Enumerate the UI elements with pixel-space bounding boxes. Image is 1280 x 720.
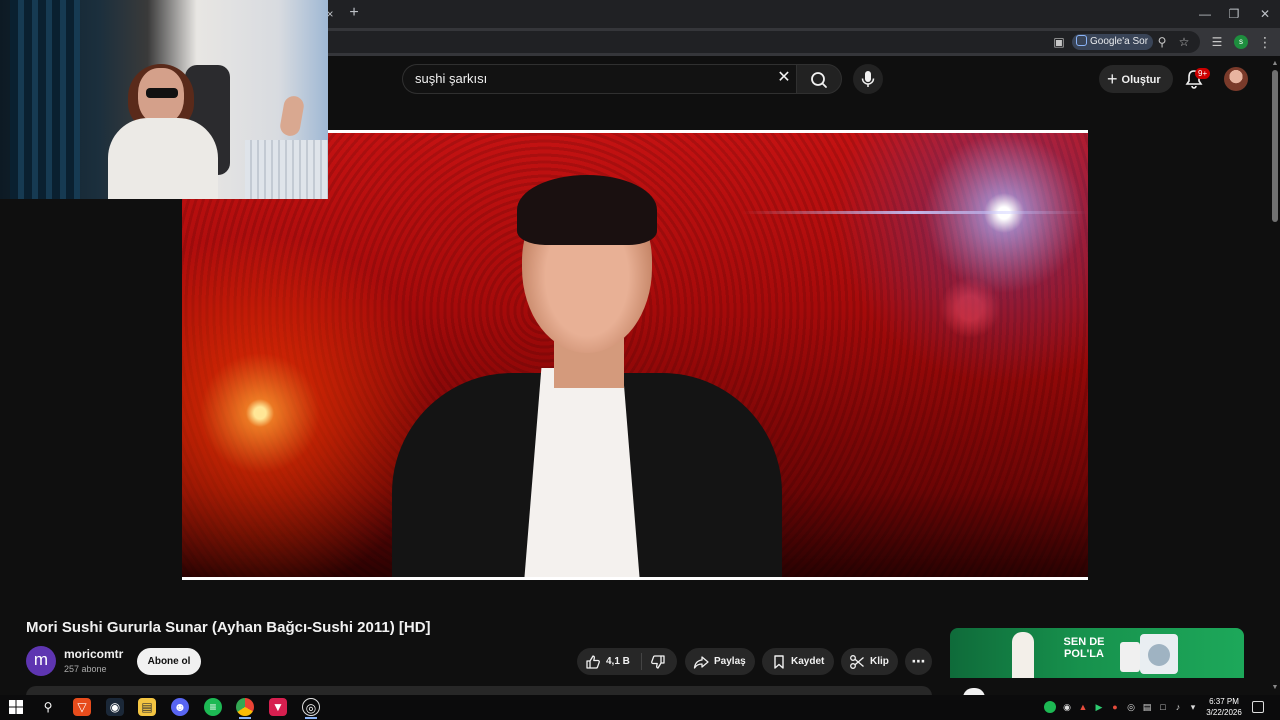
tray-network-icon[interactable]: ▤ [1141,701,1153,713]
scroll-up-arrow-icon[interactable]: ▲ [1270,59,1280,69]
share-label: Paylaş [714,656,746,667]
bookmark-icon [774,655,784,669]
search-button[interactable] [796,64,842,94]
discord-icon[interactable]: ☻ [171,698,189,716]
close-window-button[interactable]: ✕ [1250,4,1280,24]
webcam-person-body [108,118,218,199]
chrome-active-indicator [239,717,251,719]
tray-display-icon[interactable]: □ [1157,701,1169,713]
scissors-icon [850,655,864,669]
clip-label: Klip [870,656,889,667]
create-button[interactable]: + Oluştur [1099,65,1173,93]
more-actions-button[interactable]: ⋯ [905,648,932,675]
thumbs-down-icon[interactable] [650,654,666,670]
microphone-icon [861,71,875,87]
new-tab-button[interactable]: + [345,4,363,22]
save-button[interactable]: Kaydet [762,648,834,675]
scroll-down-arrow-icon[interactable]: ▼ [1270,683,1280,693]
ad-headline: SEN DE POL'LA [1063,636,1105,660]
ask-google-label: Google'a Sor [1090,36,1149,47]
file-explorer-icon[interactable]: ▤ [138,698,156,716]
spotify-icon[interactable]: ≡ [204,698,222,716]
search-icon [811,72,827,88]
ad-washing-machine-image [1140,634,1178,674]
tray-spotify-icon[interactable] [1044,701,1056,713]
tray-play-icon[interactable]: ▶ [1093,701,1105,713]
tray-mic-icon[interactable]: ● [1109,701,1121,713]
browser-profile-avatar[interactable]: s [1234,35,1248,49]
lens-flare [742,211,1088,214]
clip-button[interactable]: Klip [841,648,898,675]
video-person-shirt [524,368,640,577]
video-person-hair [517,175,657,245]
account-avatar[interactable] [1224,67,1248,91]
video-title: Mori Sushi Gururla Sunar (Ayhan Bağcı-Su… [26,619,431,636]
webcam-sunglasses [146,88,178,98]
like-dislike-divider [641,653,642,670]
webcam-curtain [10,0,80,199]
notification-count-badge: 9+ [1195,68,1211,79]
clear-search-icon[interactable]: ✕ [774,68,794,88]
notification-center-icon[interactable] [1252,701,1264,713]
channel-name[interactable]: moricomtr [64,647,123,661]
taskbar-search-icon[interactable]: ⚲ [39,698,57,716]
like-count: 4,1 B [606,656,630,667]
lens-icon [1076,35,1087,46]
webcam-person-hand [278,94,306,138]
valorant-icon[interactable]: ▼ [269,698,287,716]
browser-menu-icon[interactable]: ⋮ [1258,34,1272,50]
share-icon [693,656,709,669]
plus-icon: + [1107,69,1118,89]
brave-browser-icon[interactable]: ▽ [73,698,91,716]
search-input[interactable]: suşhi şarkısı [402,64,796,94]
subscribe-button[interactable]: Abone ol [137,648,201,675]
thumbs-up-icon [586,655,600,669]
minimize-window-button[interactable]: — [1190,4,1220,24]
obs-icon[interactable]: ◎ [302,698,320,716]
tray-app-icon[interactable]: ◎ [1125,701,1137,713]
obs-active-indicator [305,717,317,719]
scrollbar-thumb[interactable] [1272,70,1278,222]
clock-date: 3/22/2026 [1206,708,1242,717]
tray-steam-icon[interactable]: ◉ [1061,701,1073,713]
create-label: Oluştur [1121,74,1161,86]
ad-detergent-image [1120,642,1140,672]
channel-avatar[interactable]: m [26,646,56,676]
ad-person-image [1012,632,1034,678]
steam-icon[interactable]: ◉ [106,698,124,716]
like-button[interactable]: 4,1 B [577,648,677,675]
microphone-tray-icon[interactable]: ▾ [1187,701,1199,713]
windows-start-icon[interactable] [8,699,24,715]
webcam-radiator [245,140,328,199]
share-button[interactable]: Paylaş [685,648,755,675]
taskbar-clock[interactable]: 6:37 PM 3/22/2026 [1200,696,1248,718]
voice-search-button[interactable] [853,64,883,94]
bookmark-star-icon[interactable]: ☆ [1176,34,1192,50]
zoom-icon[interactable]: ⚲ [1154,34,1170,50]
media-control-icon[interactable]: ☰ [1209,34,1225,50]
save-label: Kaydet [791,656,825,667]
restore-window-button[interactable]: ❐ [1219,4,1249,24]
chrome-icon[interactable] [236,698,254,716]
clock-time: 6:37 PM [1209,697,1239,706]
tray-warning-icon[interactable]: ▲ [1077,701,1089,713]
volume-icon[interactable]: ♪ [1172,701,1184,713]
ad-info-row [950,678,1244,695]
subscriber-count: 257 abone [64,664,107,674]
cast-icon[interactable]: ▣ [1051,34,1067,50]
webcam-overlay [0,0,328,199]
ask-google-button[interactable]: Google'a Sor [1072,34,1154,50]
sidebar-ad-banner[interactable]: SEN DE POL'LA [950,628,1244,678]
